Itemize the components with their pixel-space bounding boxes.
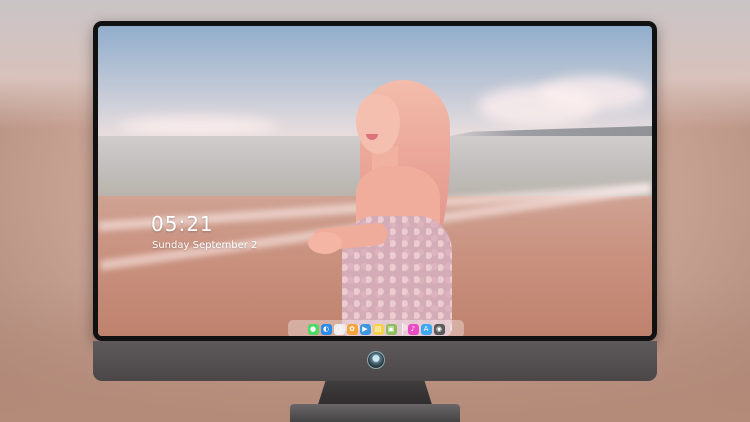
photos-icon[interactable]: ✿: [346, 323, 358, 335]
app-store-icon[interactable]: A: [420, 323, 432, 335]
notes-icon[interactable]: ▤: [372, 323, 384, 335]
clock-icon[interactable]: ◷: [333, 323, 345, 335]
preview-icon[interactable]: ▣: [385, 323, 397, 335]
monitor-stand-base: [290, 404, 460, 422]
itunes-icon[interactable]: ♪: [407, 323, 419, 335]
lock-screen-date: Sunday September 2: [152, 240, 258, 251]
wallpaper-tint: [98, 26, 652, 336]
brand-logo-icon: [367, 351, 385, 369]
finder-icon[interactable]: ◐: [320, 323, 332, 335]
lock-screen-time: 05:21: [151, 212, 214, 236]
lock-screen[interactable]: 05:21 Sunday September 2 ● ◐ ◷ ✿ ▶ ▤ ▣ ♪ A ◉: [98, 26, 652, 336]
camera-icon[interactable]: ◉: [433, 323, 445, 335]
messages-icon[interactable]: ●: [307, 323, 319, 335]
dock: ● ◐ ◷ ✿ ▶ ▤ ▣ ♪ A ◉: [288, 320, 464, 336]
video-icon[interactable]: ▶: [359, 323, 371, 335]
imac-monitor: 05:21 Sunday September 2 ● ◐ ◷ ✿ ▶ ▤ ▣ ♪ A ◉: [93, 21, 657, 383]
monitor-bezel: 05:21 Sunday September 2 ● ◐ ◷ ✿ ▶ ▤ ▣ ♪ A ◉: [93, 21, 657, 341]
dock-separator: [401, 323, 403, 335]
